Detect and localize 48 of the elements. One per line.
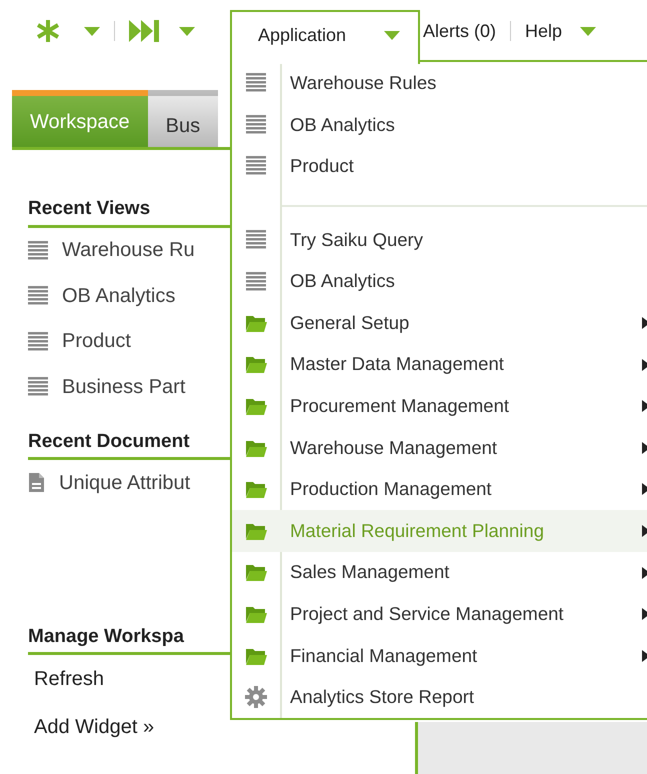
recent-item-link[interactable]: Unique Attribut bbox=[59, 468, 190, 498]
list-icon bbox=[246, 156, 266, 176]
menu-item[interactable]: Procurement Management bbox=[232, 385, 647, 427]
caret-icon bbox=[580, 26, 596, 36]
list-icon bbox=[28, 286, 48, 306]
asterisk-icon bbox=[36, 19, 60, 43]
document-icon bbox=[28, 472, 45, 494]
folder-icon bbox=[245, 522, 267, 540]
menu-item[interactable]: Sales Management bbox=[232, 552, 647, 594]
folder-icon bbox=[245, 646, 267, 665]
recent-item-link[interactable]: Warehouse Ru bbox=[62, 235, 195, 266]
menu-item[interactable]: Analytics Store Report bbox=[232, 676, 647, 718]
recent-item-link[interactable]: Product bbox=[62, 326, 131, 356]
list-icon bbox=[246, 272, 266, 291]
list-icon bbox=[246, 230, 266, 250]
menu-item[interactable]: General Setup bbox=[232, 302, 647, 344]
caret-icon bbox=[384, 30, 400, 40]
list-icon bbox=[28, 240, 48, 260]
workspace-link[interactable]: Add Widget » bbox=[28, 703, 228, 751]
application-menu-tab[interactable]: Application bbox=[230, 10, 420, 64]
list-icon bbox=[28, 377, 48, 396]
menu-item[interactable]: Warehouse Rules bbox=[232, 62, 647, 104]
folder-icon bbox=[245, 563, 267, 582]
workspace-link[interactable]: Refresh bbox=[28, 655, 228, 703]
tab[interactable]: Bus bbox=[148, 90, 218, 147]
list-icon bbox=[28, 332, 48, 351]
folder-icon bbox=[245, 396, 267, 415]
skip-forward-icon bbox=[129, 20, 159, 42]
gear-icon bbox=[245, 686, 267, 708]
folder-icon bbox=[245, 480, 267, 498]
list-icon bbox=[246, 73, 266, 92]
menu-item[interactable]: Master Data Management bbox=[232, 344, 647, 386]
recent-item-link[interactable]: OB Analytics bbox=[62, 280, 176, 311]
caret-icon bbox=[84, 26, 100, 36]
caret-icon bbox=[179, 26, 195, 36]
folder-icon bbox=[245, 314, 267, 332]
folder-icon bbox=[245, 355, 267, 374]
menu-item[interactable]: Product bbox=[232, 145, 647, 187]
folder-icon bbox=[245, 438, 267, 457]
alerts-link[interactable]: Alerts (0) bbox=[423, 18, 496, 44]
recent-item-link[interactable]: Business Part bbox=[62, 372, 186, 402]
menu-item[interactable]: OB Analytics bbox=[232, 260, 647, 302]
menu-item[interactable]: OB Analytics bbox=[232, 104, 647, 146]
folder-icon bbox=[245, 604, 267, 623]
menu-title: Application bbox=[258, 24, 346, 47]
list-icon bbox=[246, 114, 266, 134]
help-menu[interactable]: Help bbox=[525, 18, 562, 44]
menu-item[interactable]: Production Management bbox=[232, 468, 647, 510]
